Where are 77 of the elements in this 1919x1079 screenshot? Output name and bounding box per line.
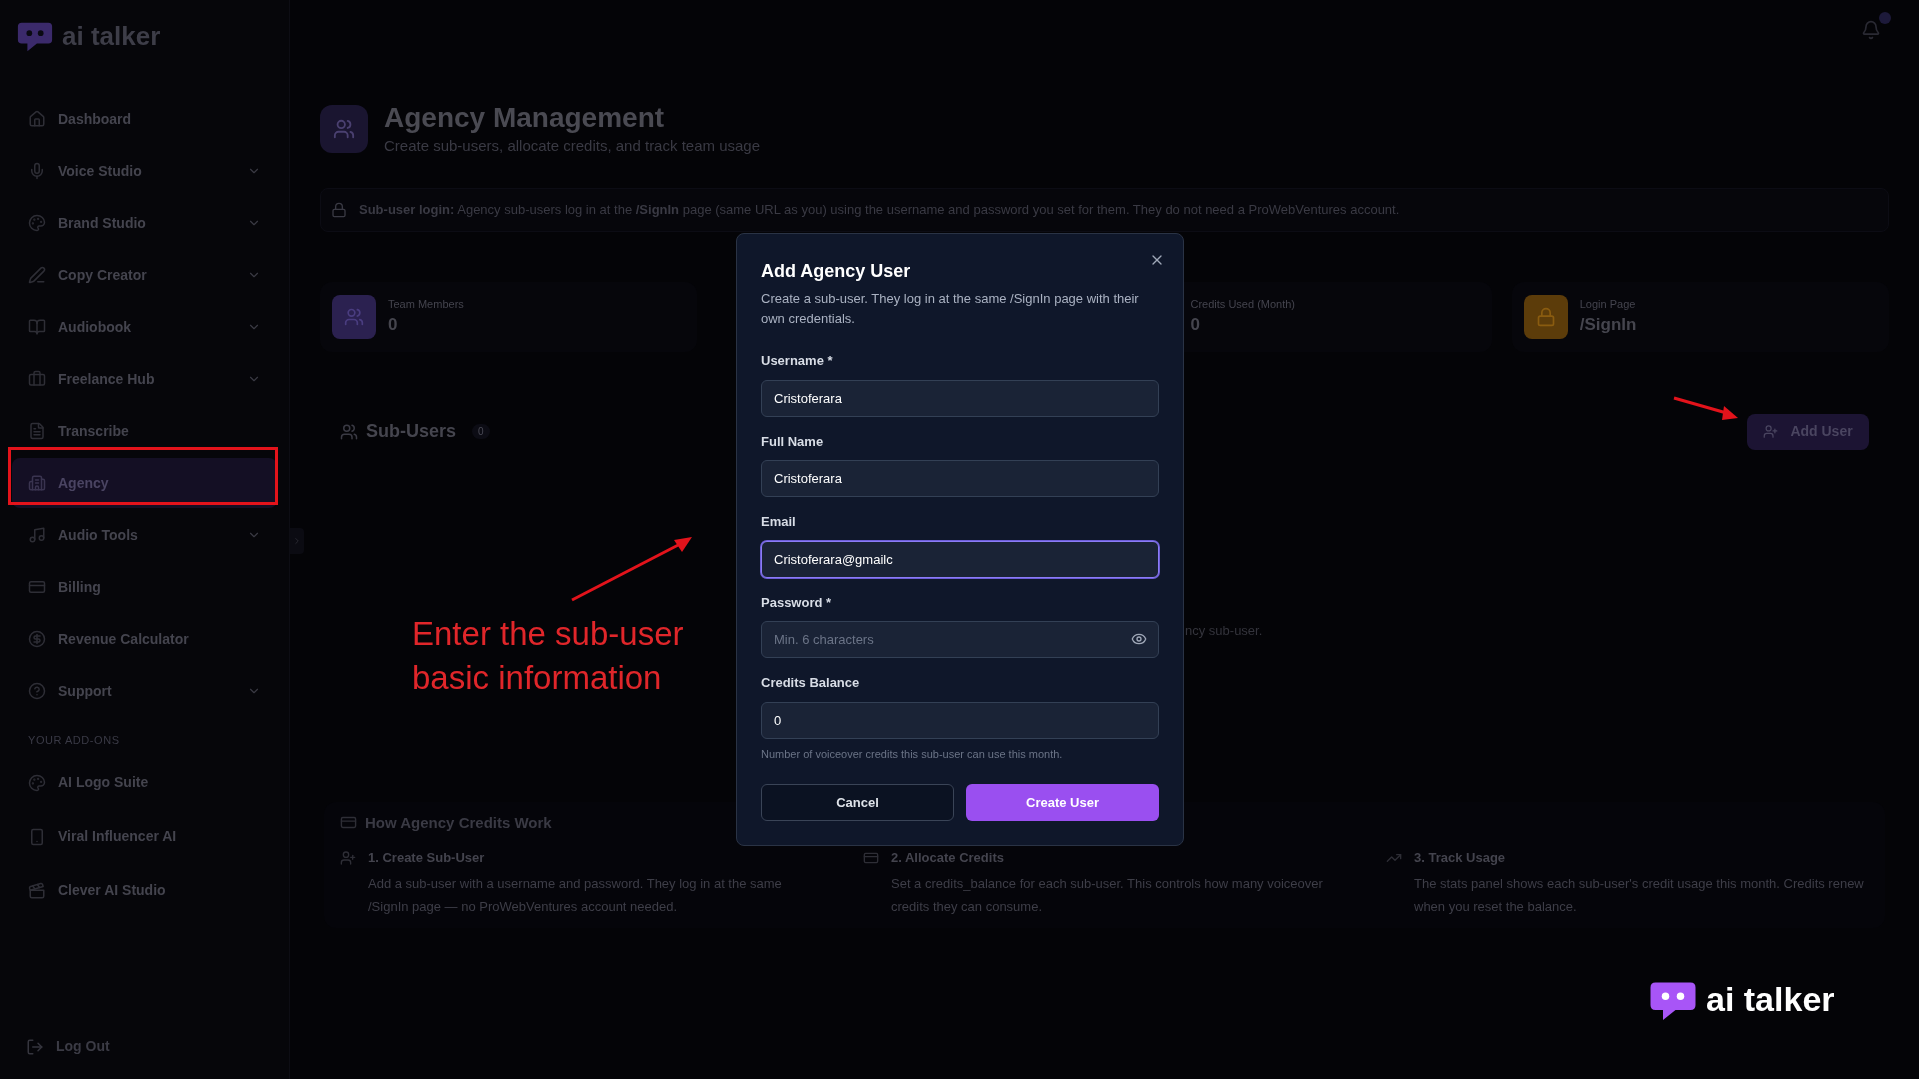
dialog-description: Create a sub-user. They log in at the same /SignIn page with their own credentials. [761, 290, 1140, 328]
pen-icon [28, 266, 46, 284]
section-label: YOUR ADD-ONS [27, 733, 121, 748]
document-icon [28, 422, 46, 440]
eye-icon[interactable] [1131, 631, 1147, 647]
stat-value: 0 [388, 314, 399, 336]
clapperboard-icon [28, 881, 46, 900]
logo-text: ai talker [62, 19, 161, 53]
notice-text: Sub-user login: Agency sub-users log in at the /SignIn page (same URL as you) using the username and password you set for them. They do not need a ProWebVentures account. [359, 200, 1400, 219]
house-icon [28, 110, 46, 128]
sidebar-item[interactable]: Freelance Hub [12, 354, 277, 404]
stat-label: Team Members [388, 296, 464, 312]
section-title: Sub-Users [366, 420, 457, 443]
header-icon [320, 104, 368, 153]
field-label: Email [761, 513, 797, 531]
input-field[interactable]: Min. 6 characters [761, 621, 1159, 658]
page-subtitle: Create sub-users, allocate credits, and track team usage [384, 136, 761, 156]
field-label: Password * [761, 593, 833, 612]
sidebar-item[interactable]: Copy Creator [12, 250, 277, 300]
phone-icon [28, 827, 46, 846]
input-field[interactable]: 0 [761, 701, 1159, 739]
logout-link[interactable]: Log Out [56, 1036, 110, 1057]
user-plus-icon [340, 850, 356, 866]
create-user-button[interactable]: Create User [966, 784, 1159, 821]
page-title: Agency Management [384, 101, 666, 135]
card-icon [863, 850, 879, 866]
step-text: Add a sub-user with a username and password. They log in at the same /SignIn page — no ProWebVentures account needed. [368, 874, 783, 916]
sidebar-item[interactable]: Voice Studio [12, 146, 277, 196]
sidebar-item[interactable]: Revenue Calculator [12, 614, 277, 664]
input-field[interactable]: Cristoferara@gmailc [761, 540, 1159, 578]
stat-label: Credits Used (Month) [1190, 296, 1296, 312]
field-hint: Number of voiceover credits this sub-user can use this month. [761, 746, 1064, 762]
dialog-title: Add Agency User [761, 260, 912, 283]
input-field[interactable]: Cristoferara [761, 379, 1159, 417]
field-label: Username * [761, 352, 834, 370]
logout-icon [26, 1037, 44, 1056]
sidebar-item[interactable]: Brand Studio [12, 198, 277, 248]
field-label: Credits Balance [761, 674, 861, 692]
sidebar-item[interactable]: Audiobook [12, 302, 277, 352]
cancel-button[interactable]: Cancel [761, 784, 954, 821]
book-icon [28, 318, 46, 336]
step-text: The stats panel shows each sub-user's credit usage this month. Credits renew when you reset the balance. [1414, 874, 1865, 916]
step-text: Set a credits_balance for each sub-user. This controls how many voiceover credits they can consume. [891, 874, 1324, 916]
palette-icon [28, 773, 46, 792]
sidebar-item[interactable]: Billing [12, 562, 277, 612]
field-label: Full Name [761, 432, 825, 451]
sidebar-item[interactable]: Viral Influencer AI [12, 810, 277, 863]
sidebar-item[interactable]: AI Logo Suite [12, 756, 277, 809]
users-icon [340, 422, 358, 441]
annotation-arrow [1672, 396, 1740, 422]
sidebar-item[interactable]: Support [12, 666, 277, 716]
sidebar-item[interactable]: Agency [12, 458, 277, 508]
annotation-text: Enter the sub-user basic information [412, 614, 685, 698]
coin-icon [28, 630, 46, 648]
stat-label: Login Page [1579, 296, 1637, 312]
input-field[interactable]: Cristoferara [761, 460, 1159, 497]
info-title: How Agency Credits Work [365, 812, 552, 833]
sidebar-item[interactable]: Dashboard [12, 94, 277, 144]
stat-value: /SignIn [1579, 314, 1637, 336]
building-icon [28, 474, 46, 492]
user-plus-icon [1763, 424, 1779, 439]
step-title: 2. Allocate Credits [891, 849, 1005, 867]
help-icon [28, 682, 46, 700]
step-title: 1. Create Sub-User [368, 849, 486, 867]
card-icon [28, 578, 46, 596]
stat-value: 0 [1190, 314, 1201, 336]
lock-icon [331, 201, 347, 218]
music-note-icon [28, 526, 46, 544]
sidebar-item[interactable]: Clever AI Studio [12, 864, 277, 917]
microphone-icon [28, 162, 46, 180]
logo-text: ai talker [1706, 979, 1835, 1020]
palette-icon [28, 214, 46, 232]
sidebar-toggle[interactable] [290, 528, 304, 554]
briefcase-icon [28, 370, 46, 388]
step-title: 3. Track Usage [1414, 849, 1507, 867]
sidebar-item[interactable]: Audio Tools [12, 510, 277, 560]
sidebar-item[interactable]: Transcribe [12, 406, 277, 456]
